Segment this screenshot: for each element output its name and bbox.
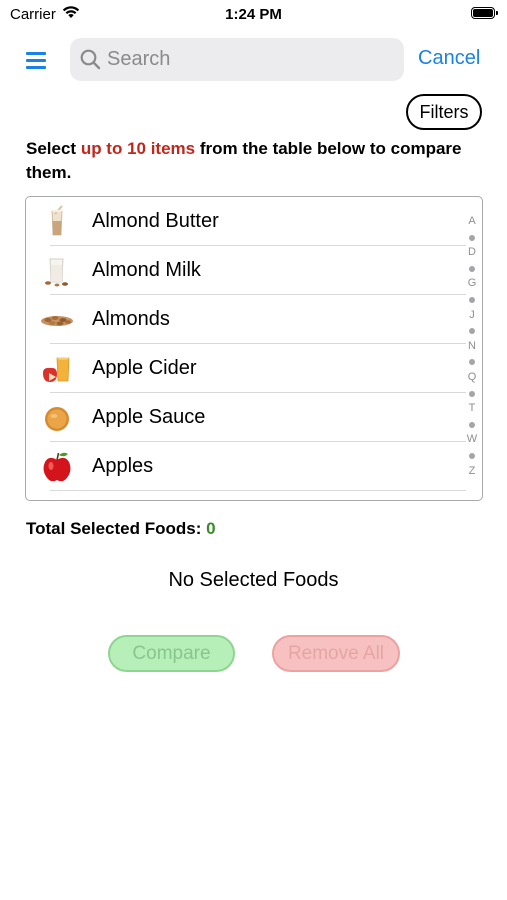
food-row-apple-sauce[interactable]: Apple Sauce [26, 393, 466, 442]
index-separator [464, 230, 480, 246]
food-name: Apples [92, 455, 154, 477]
index-separator [464, 323, 480, 339]
empty-selection-message: No Selected Foods [168, 569, 339, 591]
index-separator [464, 448, 480, 464]
food-row-apples[interactable]: Apples [26, 442, 466, 491]
almond-butter-icon [51, 205, 63, 236]
index-letter-q[interactable]: Q [464, 370, 480, 386]
row-divider [50, 490, 466, 491]
index-letter-z[interactable]: Z [464, 464, 480, 480]
total-label: Total Selected Foods: [26, 519, 207, 538]
food-row-almond-milk[interactable]: Almond Milk [26, 246, 466, 295]
cancel-button[interactable]: Cancel [418, 47, 480, 70]
index-letter-j[interactable]: J [464, 308, 480, 324]
index-separator [464, 386, 480, 402]
navigation-bar: Cancel [0, 38, 507, 82]
food-name: Apple Sauce [92, 406, 206, 428]
instructions-highlight: up to 10 items [80, 139, 196, 158]
apple-cider-icon [43, 357, 70, 382]
total-selected: Total Selected Foods: 0 [26, 519, 216, 539]
almond-milk-icon [45, 258, 68, 287]
index-separator [464, 292, 480, 308]
food-name: Apple Cider [92, 357, 197, 379]
index-letter-n[interactable]: N [464, 339, 480, 355]
apple-sauce-icon [45, 407, 69, 431]
index-separator [464, 354, 480, 370]
section-index[interactable]: A D G J N Q T W Z [464, 214, 480, 479]
index-letter-g[interactable]: G [464, 276, 480, 292]
food-name: Almonds [92, 308, 170, 330]
instructions-prefix: Select [26, 139, 81, 158]
instructions-text: Select up to 10 items from the table bel… [26, 137, 486, 185]
almonds-icon [41, 316, 73, 326]
filters-button[interactable]: Filters [406, 94, 482, 130]
search-input[interactable] [107, 38, 387, 81]
clock: 1:24 PM [225, 6, 282, 23]
compare-button[interactable]: Compare [108, 635, 235, 672]
index-separator [464, 261, 480, 277]
index-letter-w[interactable]: W [464, 432, 480, 448]
food-row-apple-cider[interactable]: Apple Cider [26, 344, 466, 393]
apples-icon [43, 452, 71, 482]
total-count: 0 [206, 519, 216, 538]
index-letter-d[interactable]: D [464, 245, 480, 261]
index-letter-t[interactable]: T [464, 401, 480, 417]
food-row-almond-butter[interactable]: Almond Butter [26, 197, 466, 246]
food-name: Almond Milk [92, 259, 201, 281]
hamburger-menu-icon[interactable] [26, 52, 46, 69]
food-name: Almond Butter [92, 210, 219, 232]
search-icon [80, 49, 101, 70]
remove-all-button[interactable]: Remove All [272, 635, 400, 672]
index-separator [464, 417, 480, 433]
battery-icon [471, 7, 498, 19]
food-row-almonds[interactable]: Almonds [26, 295, 466, 344]
index-letter-a[interactable]: A [464, 214, 480, 230]
search-bar[interactable] [70, 38, 404, 81]
food-table[interactable]: Almond Butter Almond Milk Almonds Apple … [25, 196, 483, 501]
status-bar: Carrier 1:24 PM [0, 0, 507, 30]
